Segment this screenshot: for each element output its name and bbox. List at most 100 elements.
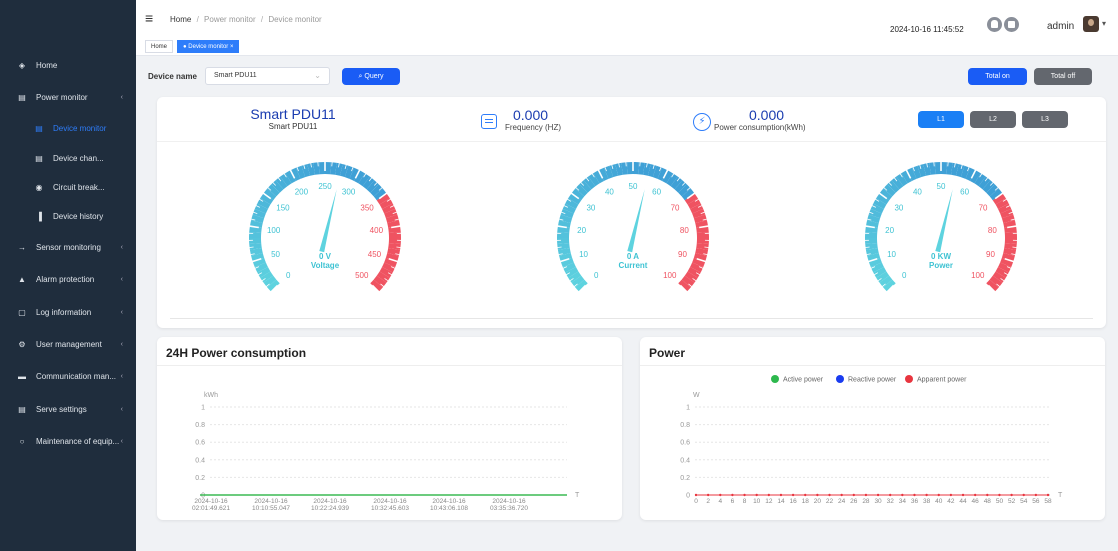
x-tick-label: 52 bbox=[1008, 498, 1016, 505]
x-tick-label-date: 2024-10-16 bbox=[373, 498, 407, 505]
expand-arrow-icon: ‹ bbox=[120, 405, 123, 413]
sidebar-item-label: User management bbox=[36, 339, 102, 349]
gauge-tick-label: 60 bbox=[652, 188, 661, 197]
sidebar-item-device-history[interactable]: ▐ Device history bbox=[0, 202, 136, 230]
sidebar-item-label: Sensor monitoring bbox=[36, 242, 101, 252]
gauge-tick-label: 200 bbox=[295, 188, 309, 197]
gauge-tick-label: 150 bbox=[276, 203, 290, 212]
x-axis-label: T bbox=[1058, 492, 1063, 499]
alarm-bell-icon[interactable] bbox=[987, 17, 1002, 32]
sidebar-item-serve-settings[interactable]: ▤ Serve settings ‹ bbox=[0, 395, 136, 423]
x-tick-label: 22 bbox=[826, 498, 834, 505]
query-button[interactable]: ⌕ Query bbox=[342, 68, 400, 85]
data-point bbox=[816, 493, 819, 497]
data-point bbox=[767, 493, 771, 497]
menu-toggle-icon[interactable]: ≡ bbox=[145, 10, 153, 26]
gauge-arc-segment bbox=[696, 238, 709, 244]
x-tick-label: 40 bbox=[935, 498, 943, 505]
sidebar-item-communication-man[interactable]: ▬ Communication man... ‹ bbox=[0, 362, 136, 390]
expand-arrow-icon: ‹ bbox=[120, 372, 123, 380]
gauge-power: 0 10 20 30 40 50 60 70 80 90 100 0 KWPower bbox=[864, 161, 1018, 294]
device-name-select[interactable]: Smart PDU11 ⌄ bbox=[205, 67, 330, 85]
sidebar: ◈ Home ▤ Power monitor ‹ ▤ Device monitor ▤ Devi… bbox=[0, 0, 136, 551]
sidebar-item-maintenance-of-equip[interactable]: ○ Maintenance of equip... ‹ bbox=[0, 427, 136, 455]
data-point bbox=[755, 493, 758, 497]
power-chart: W1 0.8 0.6 0.4 0.2 0 T Active power Reactive pow… bbox=[680, 375, 1063, 505]
breadcrumb-separator: / bbox=[196, 15, 199, 24]
gauge-tick-label: 0 bbox=[286, 271, 291, 280]
gauge-tick-label: 70 bbox=[671, 203, 680, 212]
sidebar-item-device-monitor[interactable]: ▤ Device monitor bbox=[0, 114, 136, 142]
gauge-tick-label: 80 bbox=[988, 226, 997, 235]
sidebar-item-label: Power monitor bbox=[36, 92, 88, 102]
data-point bbox=[743, 493, 746, 497]
data-point bbox=[973, 493, 977, 497]
x-tick-label: 30 bbox=[874, 498, 882, 505]
sidebar-item-power-monitor[interactable]: ▤ Power monitor ‹ bbox=[0, 83, 136, 111]
gauge-tick-label: 50 bbox=[271, 250, 280, 259]
gauge-tick-label: 50 bbox=[629, 182, 638, 191]
sidebar-item-circuit-break[interactable]: ◉ Circuit break... bbox=[0, 173, 136, 201]
y-tick-label: 0.2 bbox=[195, 475, 205, 482]
gauge-name: Voltage bbox=[311, 261, 340, 270]
x-tick-label-time: 10:22:24.939 bbox=[311, 505, 349, 512]
data-point bbox=[901, 493, 904, 497]
avatar[interactable] bbox=[1083, 16, 1099, 32]
expand-arrow-icon: ‹ bbox=[120, 308, 123, 316]
device-name-label: Device name bbox=[148, 72, 197, 81]
y-tick-label: 0.6 bbox=[680, 440, 690, 447]
gauge-tick-label: 250 bbox=[318, 182, 332, 191]
x-tick-label: 44 bbox=[959, 498, 967, 505]
gauge-tick-label: 10 bbox=[887, 250, 896, 259]
x-tick-label: 54 bbox=[1020, 498, 1028, 505]
user-menu-chevron-icon[interactable]: ▾ bbox=[1102, 19, 1106, 28]
breadcrumb-device-monitor: Device monitor bbox=[268, 15, 322, 24]
data-point bbox=[998, 493, 1001, 497]
sidebar-item-label: Device chan... bbox=[53, 153, 104, 163]
total-off-button[interactable]: Total off bbox=[1034, 68, 1092, 85]
y-tick-label: 1 bbox=[686, 405, 690, 412]
data-point bbox=[719, 493, 722, 497]
x-tick-label: 0 bbox=[694, 498, 698, 505]
total-on-button[interactable]: Total on bbox=[968, 68, 1027, 85]
user-name[interactable]: admin bbox=[1047, 21, 1074, 32]
breadcrumb-home[interactable]: Home bbox=[170, 15, 191, 24]
x-tick-label: 16 bbox=[789, 498, 797, 505]
tag-device-monitor[interactable]: ● Device monitor × bbox=[177, 40, 240, 53]
data-point bbox=[864, 493, 868, 497]
top-bar: ≡ Home / Power monitor / Device monitor … bbox=[136, 0, 1118, 38]
data-point bbox=[961, 493, 965, 497]
sidebar-item-home[interactable]: ◈ Home bbox=[0, 51, 136, 79]
sidebar-item-device-chan[interactable]: ▤ Device chan... bbox=[0, 144, 136, 172]
y-tick-label: 0.8 bbox=[680, 422, 690, 429]
y-axis-unit: kWh bbox=[204, 392, 218, 399]
gauge-tick-label: 20 bbox=[577, 226, 586, 235]
data-point bbox=[840, 493, 843, 497]
gauge-arc-segment bbox=[557, 232, 570, 238]
sidebar-item-label: Device history bbox=[53, 211, 104, 221]
gauge-arc-segment bbox=[388, 232, 401, 238]
data-point bbox=[706, 493, 710, 497]
consumption-chart-card: 24H Power consumption kWh 1 0.8 0.6 0.4 0.2 0 T… bbox=[157, 337, 622, 520]
gauge-tick-label: 90 bbox=[678, 250, 687, 259]
sidebar-item-log-information[interactable]: ▢ Log information ‹ bbox=[0, 298, 136, 326]
x-tick-label: 26 bbox=[850, 498, 858, 505]
sidebar-item-sensor-monitoring[interactable]: → Sensor monitoring ‹ bbox=[0, 233, 136, 261]
breadcrumb-separator: / bbox=[260, 15, 264, 24]
message-icon[interactable] bbox=[1004, 17, 1019, 32]
device-channel-icon: ▤ bbox=[35, 153, 43, 163]
sidebar-item-label: Alarm protection bbox=[36, 274, 95, 284]
gauge-arc-segment bbox=[249, 238, 262, 244]
gauge-tick-label: 70 bbox=[979, 203, 988, 212]
gauge-voltage: 0 50 100 150 200 250 300 350 400 450 500 0 VVoltage bbox=[248, 161, 402, 294]
x-tick-label: 8 bbox=[743, 498, 747, 505]
y-tick-label: 0.2 bbox=[680, 475, 690, 482]
breadcrumb-power-monitor[interactable]: Power monitor bbox=[204, 15, 256, 24]
gauge-tick-label: 450 bbox=[368, 250, 382, 259]
sidebar-item-alarm-protection[interactable]: ▲ Alarm protection ‹ bbox=[0, 265, 136, 293]
tag-home[interactable]: Home bbox=[145, 40, 174, 53]
x-tick-label: 24 bbox=[838, 498, 846, 505]
x-tick-label: 58 bbox=[1044, 498, 1052, 505]
sidebar-item-user-management[interactable]: ⚙ User management ‹ bbox=[0, 330, 136, 358]
sidebar-item-label: Device monitor bbox=[53, 123, 107, 133]
